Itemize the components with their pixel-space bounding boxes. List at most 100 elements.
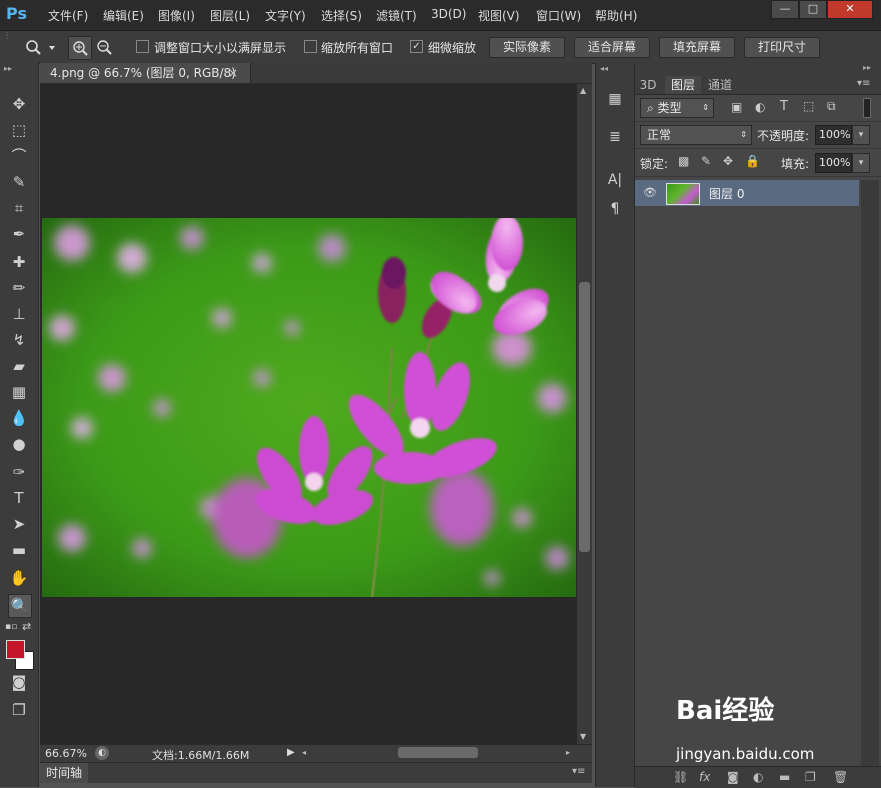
timeline-tab[interactable]: 时间轴 <box>40 763 88 783</box>
expand-arrows-icon[interactable]: ▸▸ <box>863 63 871 72</box>
pen-tool-icon[interactable]: ✑ <box>8 461 30 483</box>
hand-tool-icon[interactable]: ✋ <box>8 567 30 589</box>
resize-windows-checkbox[interactable] <box>136 40 149 53</box>
paragraph-panel-icon[interactable]: ¶ <box>605 199 625 219</box>
tab-3d[interactable]: 3D <box>637 76 659 94</box>
layers-scrollbar[interactable] <box>861 180 879 766</box>
rectangle-tool-icon[interactable]: ▬ <box>8 539 30 561</box>
document-tab[interactable]: 4.png @ 66.7% (图层 0, RGB/8) × <box>40 63 251 83</box>
marquee-tool-icon[interactable]: ⬚ <box>8 119 30 141</box>
zoom-tool-preset-icon[interactable] <box>22 36 56 58</box>
type-filter-icon[interactable]: T <box>780 99 788 114</box>
opacity-dropdown-icon[interactable]: ▾ <box>852 125 870 145</box>
swatches-panel-icon[interactable]: ▦ <box>605 89 625 109</box>
menu-type[interactable]: 文字(Y) <box>265 7 306 24</box>
print-size-button[interactable]: 打印尺寸 <box>744 37 820 58</box>
screen-mode-icon[interactable]: ❐ <box>8 699 30 721</box>
menu-select[interactable]: 选择(S) <box>321 7 362 24</box>
menu-file[interactable]: 文件(F) <box>48 7 88 24</box>
layer-mask-icon[interactable]: ◙ <box>727 770 739 784</box>
menu-view[interactable]: 视图(V) <box>478 7 520 24</box>
collapse-arrows-icon[interactable]: ▸▸ <box>4 64 12 73</box>
menu-layer[interactable]: 图层(L) <box>210 7 250 24</box>
panel-menu-icon[interactable]: ▾≡ <box>572 766 585 777</box>
maximize-button[interactable]: □ <box>799 0 827 19</box>
foreground-color-swatch[interactable] <box>6 640 25 659</box>
zoom-tool-icon[interactable]: 🔍 <box>8 594 32 618</box>
quick-mask-icon[interactable]: ◙ <box>8 671 30 693</box>
blend-mode-dropdown[interactable]: 正常 ⇕ <box>640 125 752 145</box>
zoom-in-icon[interactable] <box>68 36 92 60</box>
quick-select-tool-icon[interactable]: ✎ <box>8 171 30 193</box>
lock-all-icon[interactable]: 🔒 <box>745 154 760 168</box>
tab-layers[interactable]: 图层 <box>665 76 701 94</box>
fill-dropdown-icon[interactable]: ▾ <box>852 153 870 173</box>
status-menu-arrow-icon[interactable]: ▶ <box>287 747 295 758</box>
vertical-scroll-thumb[interactable] <box>579 282 590 552</box>
fit-screen-button[interactable]: 适合屏幕 <box>574 37 650 58</box>
menu-filter[interactable]: 滤镜(T) <box>376 7 417 24</box>
lock-position-icon[interactable]: ✥ <box>723 154 733 168</box>
zoom-out-icon[interactable] <box>93 36 115 58</box>
lasso-tool-icon[interactable]: ⌒ <box>8 145 30 167</box>
character-panel-icon[interactable]: A| <box>605 170 625 190</box>
menu-image[interactable]: 图像(I) <box>158 7 195 24</box>
shape-filter-icon[interactable]: ⬚ <box>803 99 814 113</box>
fill-input[interactable]: 100% <box>815 153 852 173</box>
smart-object-filter-icon[interactable]: ⧉ <box>827 99 836 114</box>
delete-layer-icon[interactable]: 🗑 <box>833 770 848 784</box>
layer-style-icon[interactable]: fx <box>699 770 710 784</box>
filter-toggle[interactable] <box>863 98 871 118</box>
brush-tool-icon[interactable]: ✏ <box>8 277 30 299</box>
history-brush-tool-icon[interactable]: ↯ <box>8 329 30 351</box>
eraser-tool-icon[interactable]: ▰ <box>8 355 30 377</box>
horizontal-scroll-thumb[interactable] <box>398 747 478 758</box>
layer-row[interactable]: 👁 图层 0 <box>635 180 859 206</box>
type-tool-icon[interactable]: T <box>8 487 30 509</box>
dodge-tool-icon[interactable]: ● <box>8 433 30 455</box>
pixel-filter-icon[interactable]: ▣ <box>731 100 742 114</box>
document-tab-close-icon[interactable]: × <box>228 63 238 83</box>
adjustment-layer-icon[interactable]: ◐ <box>753 770 763 784</box>
scroll-left-icon[interactable]: ◂ <box>302 748 306 757</box>
path-selection-tool-icon[interactable]: ➤ <box>8 513 30 535</box>
opacity-input[interactable]: 100% <box>815 125 852 145</box>
crop-tool-icon[interactable]: ⌗ <box>8 197 30 219</box>
gradient-tool-icon[interactable]: ▦ <box>8 381 30 403</box>
scroll-right-icon[interactable]: ▸ <box>566 748 570 757</box>
move-tool-icon[interactable]: ✥ <box>8 93 30 115</box>
new-layer-icon[interactable]: ❐ <box>805 770 816 784</box>
actual-pixels-button[interactable]: 实际像素 <box>489 37 565 58</box>
clone-stamp-tool-icon[interactable]: ⊥ <box>8 303 30 325</box>
menu-window[interactable]: 窗口(W) <box>536 7 581 24</box>
healing-brush-tool-icon[interactable]: ✚ <box>8 251 30 273</box>
minimize-button[interactable]: — <box>771 0 799 19</box>
new-group-icon[interactable]: ▬ <box>779 770 790 784</box>
layer-name[interactable]: 图层 0 <box>709 185 744 202</box>
eyedropper-tool-icon[interactable]: ✒ <box>8 223 30 245</box>
document-image[interactable] <box>42 218 576 597</box>
fill-screen-button[interactable]: 填充屏幕 <box>659 37 735 58</box>
tab-channels[interactable]: 通道 <box>703 76 737 94</box>
zoom-level[interactable]: 66.67% <box>45 747 87 760</box>
scrubby-zoom-checkbox[interactable]: ✓ <box>410 40 423 53</box>
collapse-arrows-icon[interactable]: ◂◂ <box>600 64 608 73</box>
swap-colors-icon[interactable]: ⇄ <box>22 620 31 633</box>
menu-3d[interactable]: 3D(D) <box>431 7 466 21</box>
lock-transparent-icon[interactable]: ▩ <box>678 154 689 168</box>
panel-menu-icon[interactable]: ▾≡ <box>857 78 870 89</box>
menu-edit[interactable]: 编辑(E) <box>103 7 144 24</box>
default-colors-icon[interactable]: ▪▫ <box>5 622 17 632</box>
zoom-all-windows-checkbox[interactable] <box>304 40 317 53</box>
menu-help[interactable]: 帮助(H) <box>595 7 637 24</box>
blur-tool-icon[interactable]: 💧 <box>8 407 30 429</box>
properties-panel-icon[interactable]: ≣ <box>605 127 625 147</box>
close-button[interactable]: ✕ <box>827 0 873 19</box>
lock-image-icon[interactable]: ✎ <box>701 154 711 168</box>
link-layers-icon[interactable]: ⛓ <box>673 770 688 784</box>
eye-icon[interactable]: 👁 <box>643 186 657 199</box>
scroll-up-icon[interactable]: ▲ <box>580 86 586 95</box>
adjustment-filter-icon[interactable]: ◐ <box>755 100 765 114</box>
status-info-icon[interactable]: ◐ <box>95 746 109 760</box>
filter-kind-dropdown[interactable]: ⌕ 类型 ⇕ <box>640 98 714 118</box>
